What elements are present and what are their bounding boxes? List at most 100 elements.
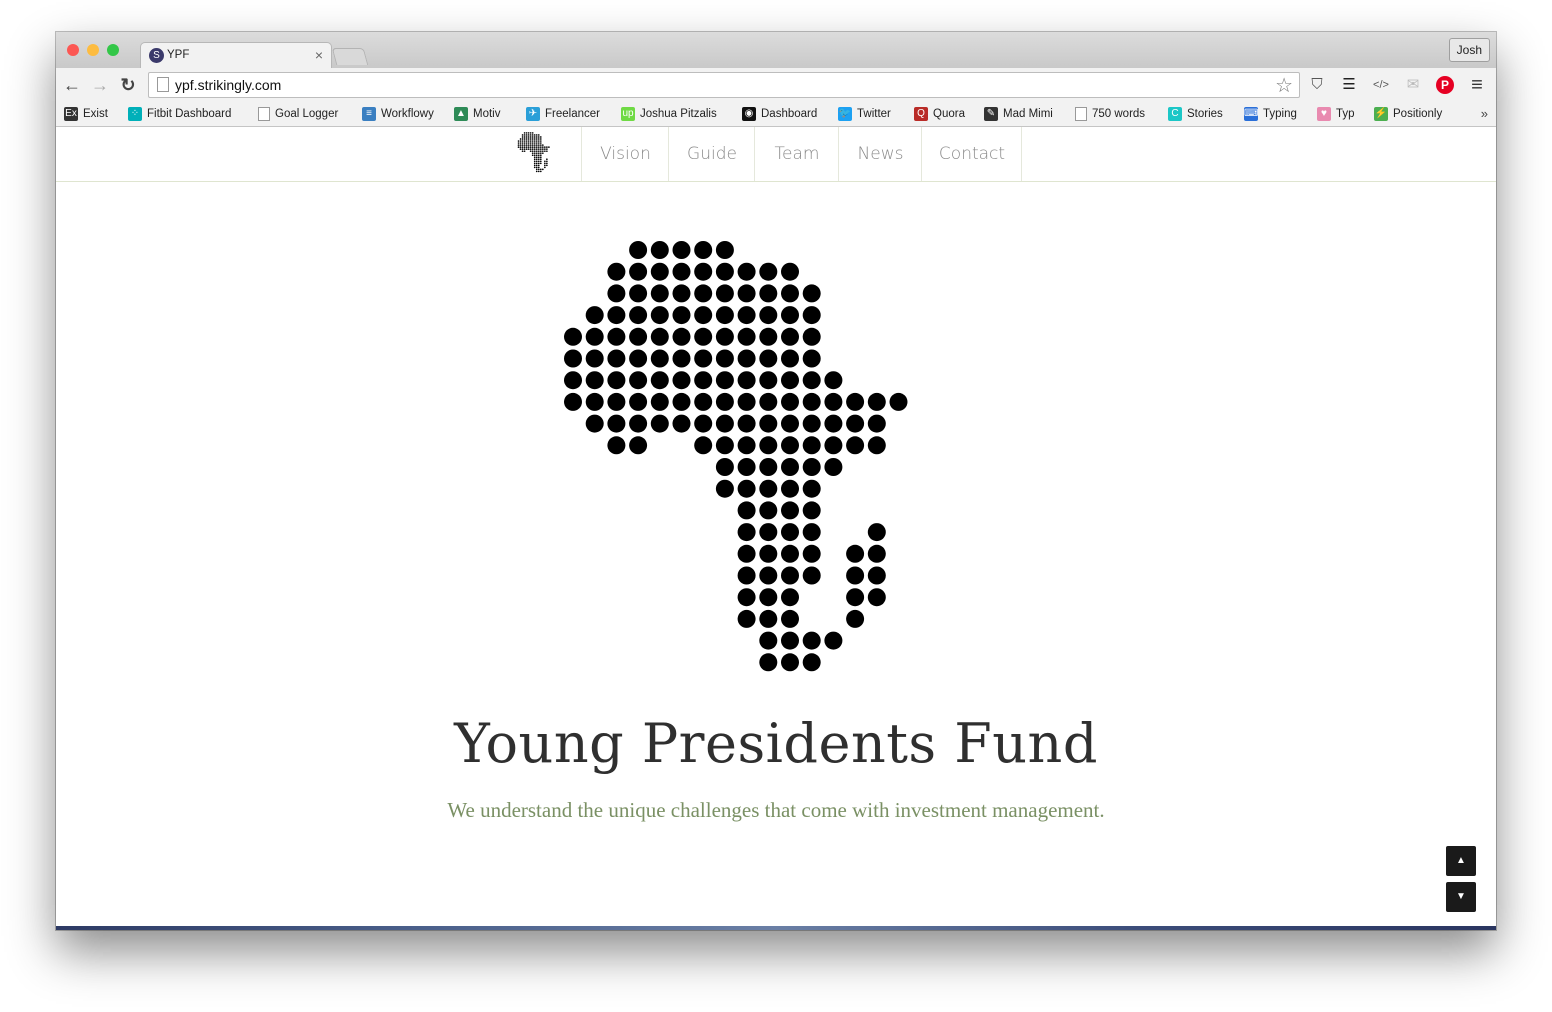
address-bar[interactable]: ypf.strikingly.com ☆ — [148, 72, 1300, 98]
map-dot — [694, 392, 713, 411]
nav-contact[interactable]: Contact — [921, 127, 1022, 181]
scroll-down-button[interactable]: ▼ — [1446, 882, 1476, 912]
profile-button[interactable]: Josh — [1448, 38, 1490, 62]
chrome-menu-icon[interactable]: ≡ — [1468, 75, 1486, 95]
browser-tab[interactable]: S YPF × — [140, 42, 332, 69]
bookmark-label: Quora — [933, 108, 965, 120]
bookmark-star-icon[interactable]: ☆ — [1275, 73, 1293, 98]
bookmark-item[interactable]: 🐦 Twitter — [838, 106, 891, 122]
map-dot — [531, 152, 534, 155]
stories-icon: C — [1168, 107, 1182, 121]
map-dot — [759, 392, 778, 411]
nav-team[interactable]: Team — [754, 127, 839, 181]
map-dot — [759, 327, 778, 346]
url-text[interactable]: ypf.strikingly.com — [175, 77, 281, 93]
scroll-up-button[interactable]: ▲ — [1446, 846, 1476, 876]
map-dot — [759, 479, 778, 498]
map-dot — [533, 138, 536, 140]
map-dot — [537, 158, 540, 161]
map-dot — [846, 392, 865, 411]
map-dot — [537, 142, 540, 144]
map-dot — [541, 152, 544, 155]
map-dot — [672, 262, 691, 281]
more-bookmarks-icon[interactable]: » — [1481, 106, 1488, 121]
bookmark-item[interactable]: up Joshua Pitzalis — [621, 106, 717, 122]
map-dot — [525, 138, 528, 140]
reload-icon[interactable]: ↻ — [118, 75, 138, 95]
map-dot — [737, 588, 756, 607]
minimize-window-button[interactable] — [87, 44, 99, 56]
code-icon[interactable]: </> — [1372, 76, 1390, 94]
bookmark-item[interactable]: C Stories — [1168, 106, 1223, 122]
map-dot — [694, 262, 713, 281]
map-dot — [546, 164, 548, 167]
map-dot — [527, 134, 530, 136]
close-window-button[interactable] — [67, 44, 79, 56]
close-tab-icon[interactable]: × — [315, 47, 323, 63]
africa-logo-icon[interactable] — [516, 132, 558, 174]
fitbit-icon: ⁘ — [128, 107, 142, 121]
bookmark-item[interactable]: Goal Logger — [258, 106, 338, 122]
forward-icon[interactable]: → — [90, 75, 110, 95]
bookmark-item[interactable]: Ex Exist — [64, 106, 108, 122]
map-dot — [539, 160, 542, 163]
bookmark-item[interactable]: ✈ Freelancer — [526, 106, 600, 122]
target-icon: ◉ — [742, 107, 756, 121]
map-dot — [802, 501, 821, 520]
map-dot — [533, 140, 536, 142]
bookmark-item[interactable]: ▲ Motiv — [454, 106, 500, 122]
pocket-icon[interactable]: ⛉ — [1308, 76, 1326, 94]
nav-vision[interactable]: Vision — [581, 127, 669, 181]
mail-icon[interactable]: ✉ — [1404, 76, 1422, 94]
map-dot — [802, 523, 821, 542]
bookmark-item[interactable]: ⚡ Positionly — [1374, 106, 1442, 122]
tab-title: YPF — [167, 49, 190, 61]
bookmark-item[interactable]: ⌨ Typing — [1244, 106, 1297, 122]
map-dot — [537, 168, 540, 171]
map-dot — [529, 134, 532, 136]
map-dot — [527, 138, 530, 140]
map-dot — [759, 414, 778, 433]
strikingly-favicon-icon: S — [149, 48, 164, 63]
maximize-window-button[interactable] — [107, 44, 119, 56]
new-tab-button[interactable] — [331, 48, 369, 65]
map-dot — [824, 631, 843, 650]
map-dot — [737, 327, 756, 346]
pinterest-icon[interactable]: P — [1436, 76, 1454, 94]
bookmark-item[interactable]: ≡ Workflowy — [362, 106, 434, 122]
map-dot — [629, 349, 648, 368]
map-dot — [539, 152, 542, 155]
map-dot — [521, 144, 524, 146]
map-dot — [737, 479, 756, 498]
page-icon — [157, 77, 169, 92]
map-dot — [529, 142, 532, 144]
map-dot — [759, 544, 778, 563]
bookmark-item[interactable]: 750 words — [1075, 106, 1145, 122]
map-dot — [781, 566, 799, 585]
bookmark-item[interactable]: ⁘ Fitbit Dashboard — [128, 106, 231, 122]
map-dot — [607, 371, 626, 390]
map-dot — [529, 136, 532, 138]
map-dot — [715, 392, 734, 411]
nav-guide[interactable]: Guide — [668, 127, 755, 181]
map-dot — [531, 146, 534, 148]
back-icon[interactable]: ← — [62, 75, 82, 95]
map-dot — [650, 414, 669, 433]
map-dot — [537, 136, 540, 138]
map-dot — [533, 162, 536, 165]
bookmark-item[interactable]: Q Quora — [914, 106, 965, 122]
map-dot — [650, 241, 669, 259]
bookmark-item[interactable]: ♥ Typ — [1317, 106, 1355, 122]
map-dot — [531, 136, 534, 138]
map-dot — [694, 436, 713, 455]
buffer-icon[interactable]: ☰ — [1340, 76, 1358, 94]
map-dot — [535, 146, 538, 148]
map-dot — [650, 349, 669, 368]
bookmark-item[interactable]: ✎ Mad Mimi — [984, 106, 1053, 122]
map-dot — [525, 134, 528, 136]
map-dot — [535, 154, 538, 157]
bookmark-item[interactable]: ◉ Dashboard — [742, 106, 817, 122]
map-dot — [629, 284, 648, 303]
map-dot — [535, 152, 538, 155]
nav-news[interactable]: News — [838, 127, 922, 181]
